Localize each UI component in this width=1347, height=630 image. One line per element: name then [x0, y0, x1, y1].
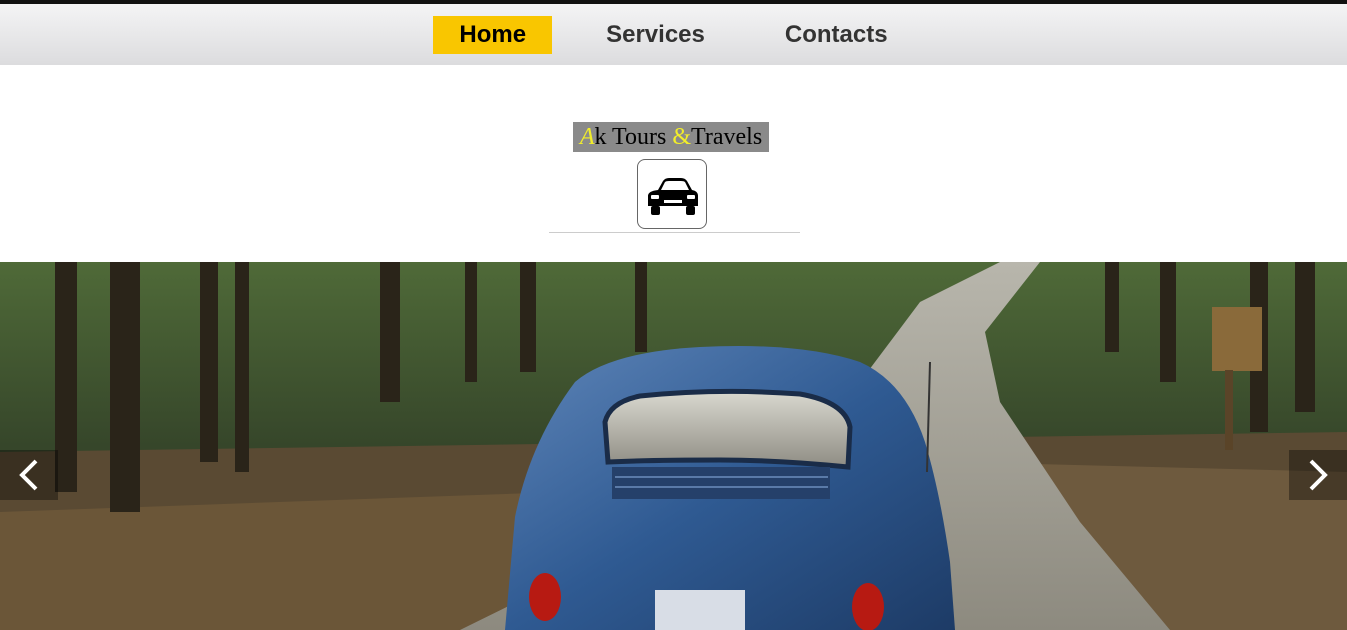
- logo-initial: A: [579, 124, 595, 150]
- nav-home-link[interactable]: Home: [433, 15, 553, 54]
- brand-header: Ak Tours &Travels: [0, 65, 1347, 262]
- hero-carousel: [0, 262, 1347, 630]
- site-logo-title[interactable]: Ak Tours &Travels: [573, 122, 769, 152]
- hero-slide-image: [0, 262, 1347, 630]
- logo-text-part2: Travels: [691, 124, 763, 150]
- nav-services-link[interactable]: Services: [580, 16, 731, 54]
- nav-contacts-link[interactable]: Contacts: [759, 16, 914, 54]
- car-icon: [637, 159, 707, 229]
- chevron-right-icon: [1309, 459, 1328, 491]
- main-nav: Home Services Contacts: [0, 4, 1347, 65]
- logo-text-part1: k Tours: [594, 124, 673, 150]
- chevron-left-icon: [19, 459, 38, 491]
- logo-ampersand: &: [672, 124, 692, 150]
- carousel-prev-button[interactable]: [0, 450, 58, 500]
- header-divider: [549, 232, 800, 233]
- carousel-next-button[interactable]: [1289, 450, 1347, 500]
